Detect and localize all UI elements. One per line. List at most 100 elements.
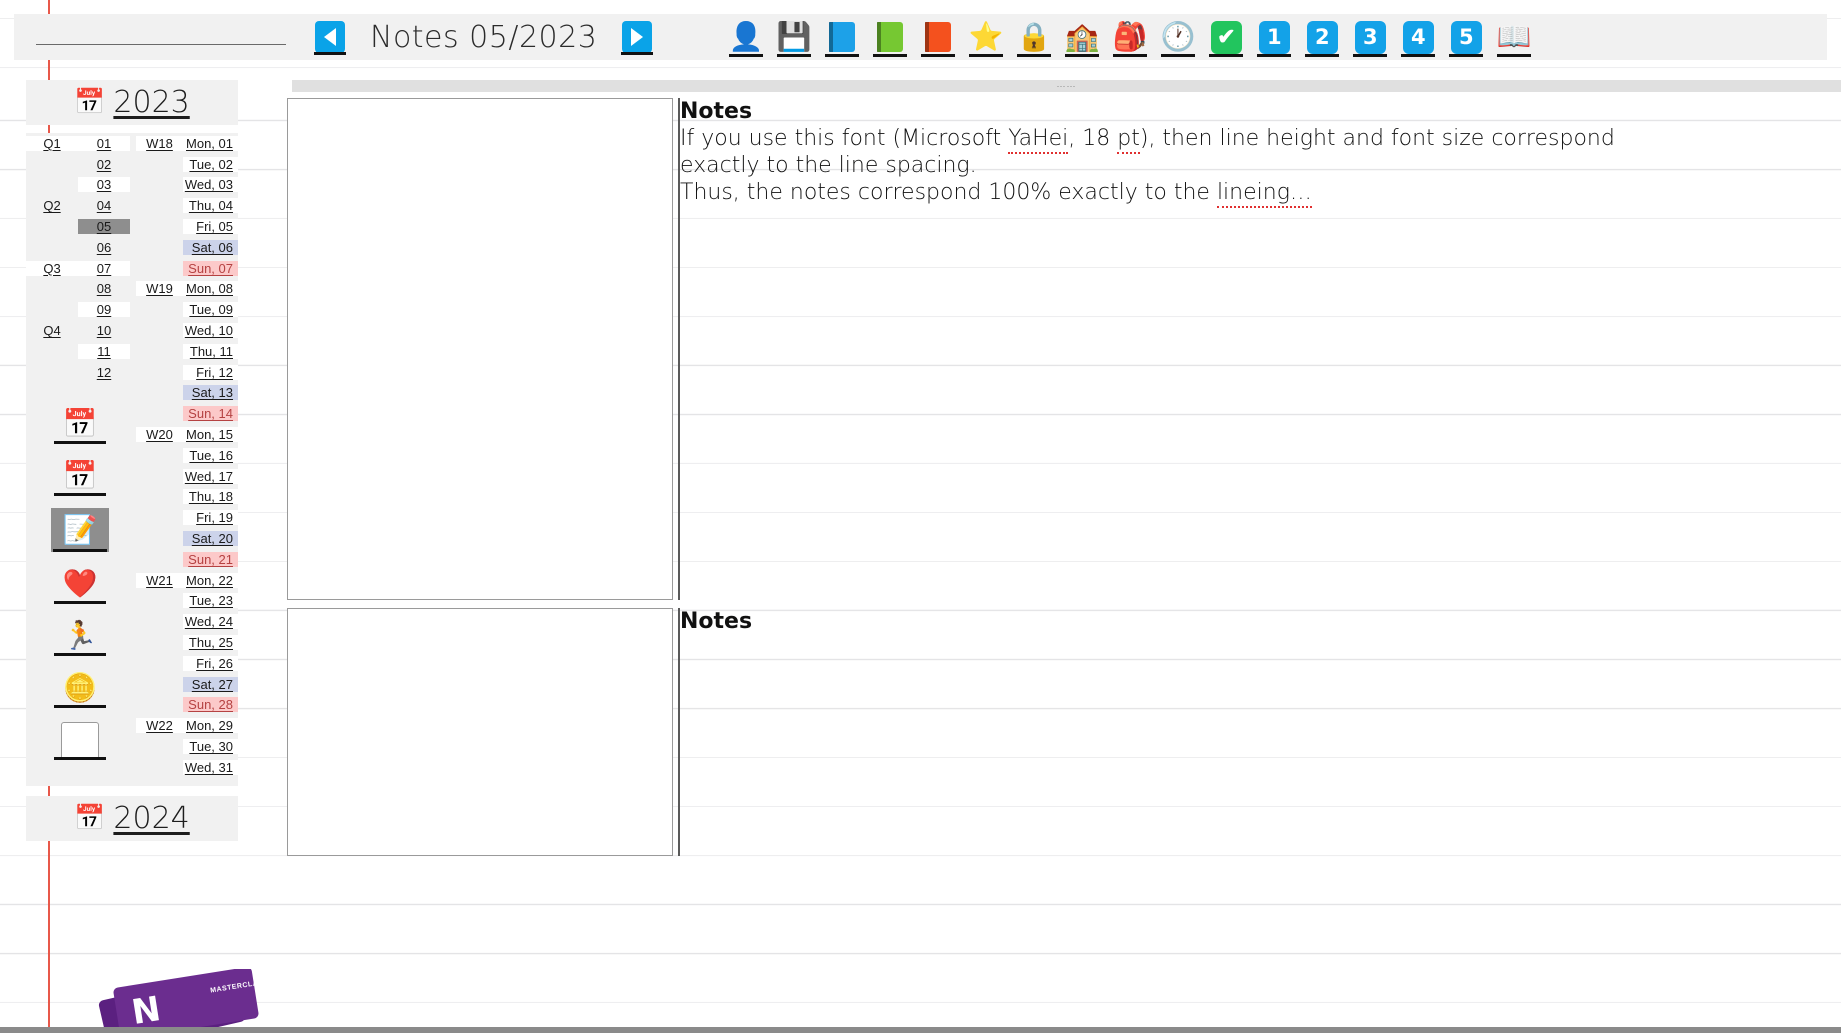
day-cell[interactable]: Mon, 08 xyxy=(183,281,238,297)
month-row[interactable]: 08 xyxy=(26,279,136,300)
heart-icon[interactable]: ❤️ xyxy=(52,564,108,604)
day-row[interactable]: Fri, 19 xyxy=(136,507,238,528)
coin-icon[interactable]: 🪙 xyxy=(52,668,108,708)
day-cell[interactable]: Sun, 28 xyxy=(183,697,238,713)
day-cell[interactable]: Thu, 04 xyxy=(183,198,238,214)
day-row[interactable]: Wed, 17 xyxy=(136,466,238,487)
green-book-icon[interactable] xyxy=(871,17,909,57)
day-cell[interactable]: Sat, 13 xyxy=(183,385,238,401)
year-button-2023[interactable]: 📅 2023 xyxy=(26,80,238,125)
day-row[interactable]: Sat, 20 xyxy=(136,528,238,549)
day-cell[interactable]: Thu, 18 xyxy=(183,489,238,505)
day-row[interactable]: Tue, 23 xyxy=(136,591,238,612)
month-cell[interactable]: 02 xyxy=(78,156,130,172)
running-person-icon[interactable]: 🏃 xyxy=(52,616,108,656)
day-row[interactable]: Wed, 31 xyxy=(136,757,238,778)
number-4-icon[interactable]: 4 xyxy=(1399,17,1437,57)
note-image-placeholder[interactable] xyxy=(287,608,673,856)
month-row[interactable]: 02 xyxy=(26,154,136,175)
month-row[interactable]: 03 xyxy=(26,175,136,196)
month-cell[interactable]: 09 xyxy=(78,302,130,318)
month-cell[interactable]: 04 xyxy=(78,198,130,214)
number-3-icon[interactable]: 3 xyxy=(1351,17,1389,57)
month-cell[interactable]: 11 xyxy=(78,343,130,359)
note-image-placeholder[interactable] xyxy=(287,98,673,600)
person-icon[interactable]: 👤 xyxy=(727,17,765,57)
backpack-icon[interactable]: 🎒 xyxy=(1111,17,1149,57)
calendar-month-icon[interactable]: 📅 xyxy=(52,404,108,444)
month-cell[interactable]: 07 xyxy=(78,260,130,276)
month-row[interactable]: 09 xyxy=(26,299,136,320)
day-cell[interactable]: Wed, 24 xyxy=(183,614,238,630)
day-row[interactable]: W18 Mon, 01 xyxy=(136,133,238,154)
day-row[interactable]: Thu, 04 xyxy=(136,195,238,216)
day-row[interactable]: Sat, 06 xyxy=(136,237,238,258)
day-cell[interactable]: Mon, 29 xyxy=(183,718,238,734)
next-page-button[interactable] xyxy=(619,19,655,55)
day-cell[interactable]: Wed, 17 xyxy=(183,468,238,484)
month-row[interactable]: Q3 07 xyxy=(26,258,136,279)
month-row[interactable]: Q1 01 xyxy=(26,133,136,154)
star-icon[interactable]: ⭐ xyxy=(967,17,1005,57)
month-row[interactable]: Q4 10 xyxy=(26,320,136,341)
day-cell[interactable]: Sun, 21 xyxy=(183,551,238,567)
day-row[interactable]: Fri, 05 xyxy=(136,216,238,237)
day-row[interactable]: Sun, 07 xyxy=(136,258,238,279)
day-cell[interactable]: Mon, 15 xyxy=(183,427,238,443)
week-cell[interactable]: W20 xyxy=(136,427,183,443)
month-cell[interactable]: 05 xyxy=(78,219,130,235)
day-cell[interactable]: Sun, 14 xyxy=(183,406,238,422)
resize-drag-handle[interactable]: ⋯⋯ xyxy=(292,80,1841,92)
lock-icon[interactable]: 🔒 xyxy=(1015,17,1053,57)
quarter-cell[interactable]: Q4 xyxy=(26,323,78,339)
day-cell[interactable]: Sat, 20 xyxy=(183,531,238,547)
day-cell[interactable]: Tue, 16 xyxy=(183,447,238,463)
previous-page-button[interactable] xyxy=(312,19,348,55)
checkmark-icon[interactable]: ✔ xyxy=(1207,17,1245,57)
month-row[interactable]: 12 xyxy=(26,362,136,383)
day-row[interactable]: Tue, 16 xyxy=(136,445,238,466)
day-row[interactable]: Wed, 24 xyxy=(136,611,238,632)
school-icon[interactable]: 🏫 xyxy=(1063,17,1101,57)
note-text-body[interactable]: Notes If you use this font (Microsoft Ya… xyxy=(680,98,1841,208)
quarter-cell[interactable]: Q2 xyxy=(26,198,78,214)
week-cell[interactable]: W19 xyxy=(136,281,183,297)
day-cell[interactable]: Mon, 01 xyxy=(183,135,238,151)
day-cell[interactable]: Tue, 23 xyxy=(183,593,238,609)
day-cell[interactable]: Fri, 19 xyxy=(183,510,238,526)
day-cell[interactable]: Fri, 12 xyxy=(183,364,238,380)
blue-book-icon[interactable] xyxy=(823,17,861,57)
day-row[interactable]: Tue, 09 xyxy=(136,299,238,320)
number-5-icon[interactable]: 5 xyxy=(1447,17,1485,57)
number-2-icon[interactable]: 2 xyxy=(1303,17,1341,57)
note-text-body[interactable]: Notes xyxy=(680,608,1841,635)
month-row[interactable]: 06 xyxy=(26,237,136,258)
day-row[interactable]: Wed, 03 xyxy=(136,175,238,196)
day-cell[interactable]: Tue, 30 xyxy=(183,739,238,754)
day-row[interactable]: Sat, 13 xyxy=(136,383,238,404)
day-cell[interactable]: Tue, 09 xyxy=(183,302,238,318)
day-cell[interactable]: Thu, 25 xyxy=(183,635,238,651)
blank-page-icon[interactable] xyxy=(52,720,108,760)
day-cell[interactable]: Fri, 26 xyxy=(183,655,238,671)
clock-icon[interactable]: 🕐 xyxy=(1159,17,1197,57)
open-book-icon[interactable]: 📖 xyxy=(1495,17,1533,57)
month-cell[interactable]: 12 xyxy=(78,364,130,380)
quarter-cell[interactable]: Q3 xyxy=(26,260,78,276)
day-row[interactable]: Sun, 14 xyxy=(136,403,238,424)
day-row[interactable]: Sun, 21 xyxy=(136,549,238,570)
day-row[interactable]: Fri, 12 xyxy=(136,362,238,383)
day-cell[interactable]: Sun, 07 xyxy=(183,260,238,276)
day-row[interactable]: Fri, 26 xyxy=(136,653,238,674)
month-row[interactable]: 05 xyxy=(26,216,136,237)
day-cell[interactable]: Fri, 05 xyxy=(183,219,238,235)
day-row[interactable]: W22 Mon, 29 xyxy=(136,715,238,736)
day-row[interactable]: Tue, 30 xyxy=(136,736,238,757)
day-cell[interactable]: Thu, 11 xyxy=(183,343,238,359)
week-cell[interactable]: W22 xyxy=(136,718,183,734)
calendar-week-icon[interactable]: 📅 xyxy=(52,456,108,496)
day-row[interactable]: Thu, 11 xyxy=(136,341,238,362)
number-1-icon[interactable]: 1 xyxy=(1255,17,1293,57)
day-cell[interactable]: Wed, 10 xyxy=(183,323,238,339)
month-row[interactable]: Q2 04 xyxy=(26,195,136,216)
